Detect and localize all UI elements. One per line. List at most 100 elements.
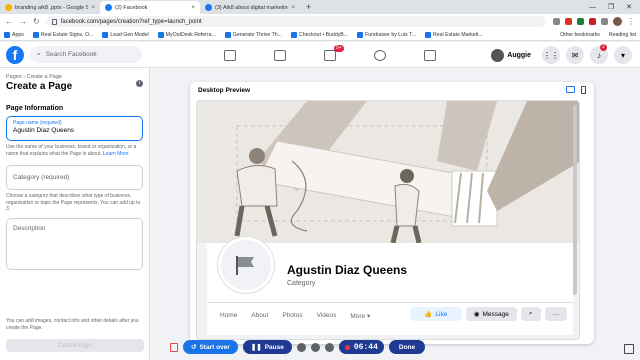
extension-icon[interactable] xyxy=(589,18,596,25)
user-name: Auggie xyxy=(507,51,531,59)
bookmark-label: Real Estate Signs, O... xyxy=(40,31,94,38)
search-input[interactable]: ⌕ Search Facebook xyxy=(30,46,142,63)
browser-tab-2[interactable]: (3) Aik8 about digital marketing × xyxy=(200,1,300,14)
bookmark-icon xyxy=(290,31,297,38)
close-tab-icon[interactable]: × xyxy=(91,5,95,11)
extension-icons: ⋮ xyxy=(553,17,635,26)
bookmark-item[interactable]: Real Estate Signs, O... xyxy=(32,31,94,38)
bookmark-icon xyxy=(357,31,364,38)
bookmark-icon xyxy=(32,31,39,38)
bookmark-label: Lead Gen Model xyxy=(110,31,149,38)
other-bookmarks[interactable]: Other bookmarks xyxy=(560,32,600,38)
learn-more-link[interactable]: Learn More xyxy=(103,151,129,157)
page-title: Create a Page xyxy=(6,81,73,92)
menu-button[interactable]: ⋮⋮ xyxy=(542,46,560,64)
reading-list[interactable]: Reading list xyxy=(609,32,636,38)
account-button[interactable]: ▾ xyxy=(614,46,632,64)
desktop-icon[interactable] xyxy=(566,86,575,93)
camera-icon[interactable] xyxy=(296,342,306,352)
start-over-label: Start over xyxy=(199,343,230,351)
bookmark-item[interactable]: MyOutDesk Referra... xyxy=(157,31,216,38)
trash-icon[interactable] xyxy=(170,342,178,352)
groups-nav[interactable] xyxy=(355,42,405,68)
preview-frame: Agustin Diaz Queens Category Home About … xyxy=(196,100,580,340)
tab-label: (3) Aik8 about digital marketing xyxy=(215,4,289,11)
category-helper: Choose a category that describes what ty… xyxy=(6,193,141,212)
message-label: Message xyxy=(482,310,509,318)
preview-scrollbar[interactable] xyxy=(573,105,577,295)
extension-icon[interactable] xyxy=(553,18,560,25)
page-name-value: Agustin Diaz Queens xyxy=(13,127,75,134)
close-tab-icon[interactable]: × xyxy=(191,5,195,11)
volume-icon[interactable] xyxy=(324,342,334,352)
puzzle-icon[interactable] xyxy=(601,18,608,25)
info-icon[interactable]: i xyxy=(136,80,143,87)
timer-value: 06:44 xyxy=(353,342,378,352)
pages-nav[interactable] xyxy=(255,42,305,68)
facebook-logo-icon[interactable]: f xyxy=(6,45,24,64)
video-badge: 9+ xyxy=(334,45,344,52)
create-page-button[interactable]: Create Page xyxy=(6,339,144,352)
page-name-helper: Use the name of your business, brand or … xyxy=(6,144,143,157)
tab-home[interactable]: Home xyxy=(213,308,244,324)
reload-icon[interactable]: ↻ xyxy=(33,17,40,26)
preview-category: Category xyxy=(287,280,316,287)
start-over-button[interactable]: ↺ Start over xyxy=(183,340,238,354)
like-button[interactable]: 👍 Like xyxy=(409,307,462,321)
close-window-icon[interactable]: ✕ xyxy=(626,1,632,14)
more-menu-icon[interactable]: ⋮ xyxy=(627,17,635,26)
watch-nav[interactable]: 9+ xyxy=(305,42,355,68)
bookmark-item[interactable]: Generate Thrive Th... xyxy=(224,31,282,38)
more-options-button[interactable]: ··· xyxy=(544,307,567,321)
bookmark-item[interactable]: Apps xyxy=(4,31,24,38)
bookmark-label: Reading list xyxy=(608,31,636,38)
mobile-icon[interactable] xyxy=(581,86,586,94)
new-tab-icon[interactable]: + xyxy=(300,1,317,14)
page-name-field[interactable]: Page name (required) Agustin Diaz Queens xyxy=(6,116,143,141)
browser-tab-bar: branding aik8 .pptx - Google Sl × (2) Fa… xyxy=(0,0,640,14)
profile-chip[interactable]: Auggie xyxy=(489,47,536,64)
tab-more[interactable]: More ▾ xyxy=(343,308,377,324)
description-field[interactable]: Description xyxy=(6,217,143,270)
forward-icon[interactable]: → xyxy=(19,17,27,26)
maximize-icon[interactable]: ❐ xyxy=(608,1,614,14)
bookmark-item[interactable]: Fundraiser by Luis T... xyxy=(357,31,416,38)
chevron-down-icon: ▾ xyxy=(620,50,625,60)
tab-photos[interactable]: Photos xyxy=(275,308,309,324)
extension-icon[interactable] xyxy=(565,18,572,25)
profile-avatar[interactable] xyxy=(613,17,622,26)
message-button[interactable]: ◉ Message xyxy=(465,307,517,321)
bookmark-label: MyOutDesk Referra... xyxy=(165,31,216,38)
window-controls: — ❐ ✕ xyxy=(589,1,640,14)
browser-tab-0[interactable]: branding aik8 .pptx - Google Sl × xyxy=(0,1,100,14)
bookmark-item[interactable]: Real Estate Marketi... xyxy=(425,31,483,38)
search-page-button[interactable]: ⌕ xyxy=(520,307,541,321)
flag-icon xyxy=(236,256,254,275)
close-tab-icon[interactable]: × xyxy=(291,5,295,11)
category-field[interactable]: Category (required) xyxy=(6,165,143,190)
extension-icon[interactable] xyxy=(577,18,584,25)
done-button[interactable]: Done xyxy=(388,340,426,354)
messenger-button[interactable]: ✉ xyxy=(566,46,584,64)
back-icon[interactable]: ← xyxy=(5,17,13,26)
bookmark-item[interactable]: Lead Gen Model xyxy=(102,31,149,38)
page-actions: 👍 Like ◉ Message ⌕ ··· xyxy=(409,307,567,321)
tab-about[interactable]: About xyxy=(244,308,275,324)
notifications-button[interactable]: ♪ 2 xyxy=(590,44,608,64)
edit-icon[interactable] xyxy=(624,344,634,354)
cover-illustration xyxy=(197,101,579,244)
pause-button[interactable]: ❚❚ Pause xyxy=(242,340,292,354)
home-nav[interactable] xyxy=(205,42,255,68)
bookmark-label: Real Estate Marketi... xyxy=(433,31,483,38)
browser-tab-1[interactable]: (2) Facebook × xyxy=(100,1,200,14)
minimize-icon[interactable]: — xyxy=(589,1,596,14)
pause-icon: ❚❚ xyxy=(250,344,262,351)
microphone-icon[interactable] xyxy=(310,342,320,352)
tab-videos[interactable]: Videos xyxy=(310,308,344,324)
bookmark-icon xyxy=(102,31,109,38)
gaming-nav[interactable] xyxy=(405,42,455,68)
thumbs-up-icon: 👍 xyxy=(424,311,433,318)
url-input[interactable]: facebook.com/pages/creation?ref_type=lau… xyxy=(45,16,546,27)
preview-toggle xyxy=(566,86,586,94)
bookmark-item[interactable]: Checkout • BuddyB... xyxy=(290,31,348,38)
